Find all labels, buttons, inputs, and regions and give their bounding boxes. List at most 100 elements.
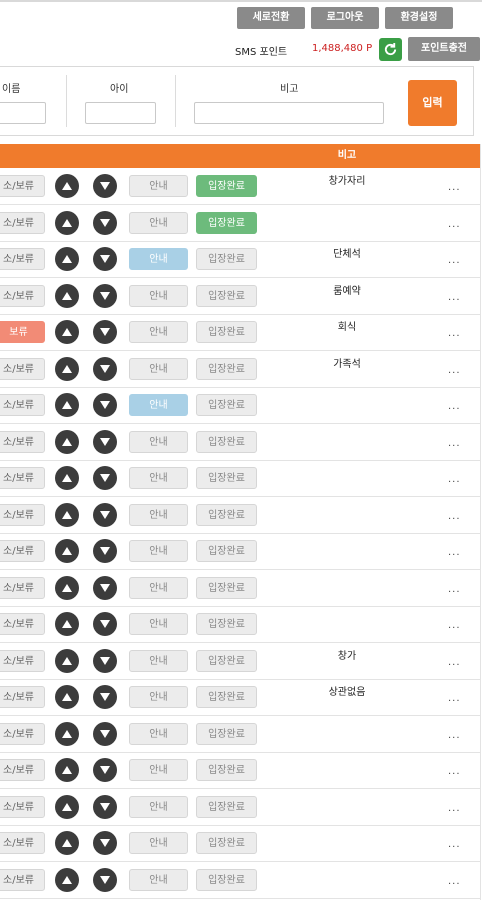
arrow-up-icon[interactable] [55,867,79,892]
entered-button[interactable]: 입장완료 [196,868,257,891]
arrow-up-icon[interactable] [55,320,79,344]
entered-button[interactable]: 입장완료 [196,759,257,781]
cancel-hold-button[interactable]: 소/보류 [0,795,45,818]
arrow-down-icon[interactable] [93,794,117,819]
arrow-down-icon[interactable] [93,758,117,782]
cancel-hold-button[interactable]: 소/보류 [0,686,45,708]
more-menu[interactable]: ... [448,292,461,303]
guide-button[interactable]: 안내 [129,394,188,416]
cancel-hold-button[interactable]: 소/보류 [0,394,45,416]
cancel-hold-button[interactable]: 소/보류 [0,868,45,891]
arrow-down-icon[interactable] [93,648,117,673]
entered-button[interactable]: 입장완료 [196,321,257,343]
arrow-down-icon[interactable] [93,575,117,600]
more-menu[interactable]: ... [448,511,461,522]
guide-button[interactable]: 안내 [129,576,188,599]
arrow-up-icon[interactable] [55,466,79,490]
arrow-up-icon[interactable] [55,539,79,563]
guide-button[interactable]: 안내 [129,175,188,197]
arrow-down-icon[interactable] [93,466,117,490]
arrow-up-icon[interactable] [55,502,79,527]
cancel-hold-button[interactable]: 소/보류 [0,284,45,307]
more-menu[interactable]: ... [448,657,461,668]
entered-button[interactable]: 입장완료 [196,357,257,380]
more-menu[interactable]: ... [448,693,461,704]
guide-button[interactable]: 안내 [129,686,188,708]
more-menu[interactable]: ... [448,584,461,595]
arrow-down-icon[interactable] [93,320,117,344]
arrow-up-icon[interactable] [55,721,79,746]
arrow-down-icon[interactable] [93,685,117,709]
cancel-hold-button[interactable]: 소/보류 [0,430,45,453]
refresh-button[interactable] [379,38,402,61]
arrow-down-icon[interactable] [93,247,117,271]
entered-button[interactable]: 입장완료 [196,175,257,197]
guide-button[interactable]: 안내 [129,284,188,307]
entered-button[interactable]: 입장완료 [196,649,257,672]
cancel-hold-button[interactable]: 소/보류 [0,248,45,270]
cancel-hold-button[interactable]: 소/보류 [0,832,45,854]
entered-button[interactable]: 입장완료 [196,394,257,416]
arrow-up-icon[interactable] [55,685,79,709]
arrow-up-icon[interactable] [55,210,79,235]
entered-button[interactable]: 입장완료 [196,503,257,526]
guide-button[interactable]: 안내 [129,357,188,380]
arrow-down-icon[interactable] [93,356,117,381]
cancel-hold-button[interactable]: 보류 [0,321,45,343]
more-menu[interactable]: ... [448,401,461,412]
entered-button[interactable]: 입장완료 [196,430,257,453]
arrow-up-icon[interactable] [55,174,79,198]
more-menu[interactable]: ... [448,328,461,339]
entered-button[interactable]: 입장완료 [196,795,257,818]
more-menu[interactable]: ... [448,547,461,558]
arrow-down-icon[interactable] [93,612,117,636]
more-menu[interactable]: ... [448,803,461,814]
entered-button[interactable]: 입장완료 [196,467,257,489]
guide-button[interactable]: 안내 [129,503,188,526]
guide-button[interactable]: 안내 [129,722,188,745]
guide-button[interactable]: 안내 [129,649,188,672]
child-input[interactable] [85,102,156,124]
guide-button[interactable]: 안내 [129,832,188,854]
guide-button[interactable]: 안내 [129,430,188,453]
more-menu[interactable]: ... [448,182,461,193]
submit-button[interactable]: 입력 [408,80,457,126]
arrow-down-icon[interactable] [93,539,117,563]
arrow-up-icon[interactable] [55,393,79,417]
guide-button[interactable]: 안내 [129,795,188,818]
arrow-down-icon[interactable] [93,210,117,235]
cancel-hold-button[interactable]: 소/보류 [0,722,45,745]
arrow-up-icon[interactable] [55,429,79,454]
guide-button[interactable]: 안내 [129,540,188,562]
cancel-hold-button[interactable]: 소/보류 [0,759,45,781]
arrow-down-icon[interactable] [93,283,117,308]
cancel-hold-button[interactable]: 소/보류 [0,175,45,197]
arrow-up-icon[interactable] [55,831,79,855]
entered-button[interactable]: 입장완료 [196,722,257,745]
arrow-up-icon[interactable] [55,648,79,673]
arrow-down-icon[interactable] [93,831,117,855]
guide-button[interactable]: 안내 [129,467,188,489]
more-menu[interactable]: ... [448,730,461,741]
guide-button[interactable]: 안내 [129,211,188,234]
entered-button[interactable]: 입장완료 [196,613,257,635]
arrow-down-icon[interactable] [93,393,117,417]
name-input[interactable] [0,102,46,124]
entered-button[interactable]: 입장완료 [196,248,257,270]
arrow-up-icon[interactable] [55,575,79,600]
cancel-hold-button[interactable]: 소/보류 [0,540,45,562]
more-menu[interactable]: ... [448,766,461,777]
arrow-up-icon[interactable] [55,283,79,308]
arrow-down-icon[interactable] [93,174,117,198]
cancel-hold-button[interactable]: 소/보류 [0,576,45,599]
more-menu[interactable]: ... [448,365,461,376]
cancel-hold-button[interactable]: 소/보류 [0,649,45,672]
arrow-up-icon[interactable] [55,612,79,636]
vertical-toggle-button[interactable]: 세로전환 [237,7,305,29]
arrow-up-icon[interactable] [55,247,79,271]
cancel-hold-button[interactable]: 소/보류 [0,467,45,489]
logout-button[interactable]: 로그아웃 [311,7,379,29]
guide-button[interactable]: 안내 [129,868,188,891]
entered-button[interactable]: 입장완료 [196,832,257,854]
entered-button[interactable]: 입장완료 [196,284,257,307]
